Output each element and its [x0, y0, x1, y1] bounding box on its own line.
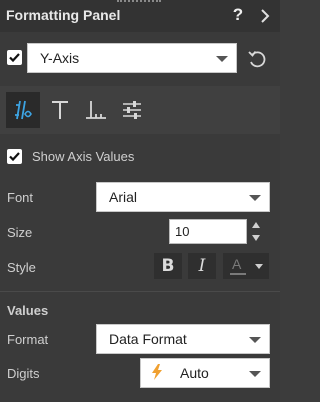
- chevron-down-icon: [255, 264, 263, 269]
- axis-dropdown[interactable]: Y-Axis: [27, 43, 237, 73]
- chevron-down-icon: [249, 337, 261, 343]
- format-dropdown[interactable]: Data Format: [96, 324, 270, 354]
- chevron-down-icon: [249, 371, 261, 377]
- color-swatch: [230, 273, 246, 275]
- section-divider: [0, 291, 280, 292]
- tab-axis-format[interactable]: [6, 92, 40, 128]
- tab-settings[interactable]: [115, 92, 149, 128]
- axis-format-icon: [15, 100, 32, 120]
- help-icon[interactable]: ?: [230, 5, 246, 25]
- panel-title: Formatting Panel: [6, 7, 121, 23]
- chevron-down-icon: [249, 195, 261, 201]
- values-section-title: Values: [7, 303, 49, 318]
- chevron-down-icon: [216, 56, 228, 62]
- size-label: Size: [7, 225, 33, 240]
- bold-button[interactable]: B: [154, 253, 182, 279]
- increment-icon[interactable]: [252, 222, 260, 228]
- axis-dropdown-value: Y-Axis: [40, 50, 80, 66]
- lightning-icon: [151, 364, 163, 380]
- digits-value: Auto: [180, 365, 209, 381]
- show-axis-values-checkbox[interactable]: [7, 149, 22, 164]
- font-label: Font: [7, 190, 34, 205]
- axis-enabled-checkbox[interactable]: [7, 50, 22, 65]
- drag-grip[interactable]: [117, 0, 161, 3]
- font-dropdown[interactable]: Arial: [96, 182, 270, 212]
- font-value: Arial: [109, 189, 138, 205]
- chevron-right-icon[interactable]: [257, 6, 273, 26]
- size-input[interactable]: 10: [169, 219, 247, 244]
- font-color-button[interactable]: A: [223, 253, 269, 279]
- size-value: 10: [175, 224, 190, 239]
- panel-header: Formatting Panel ?: [0, 0, 280, 32]
- style-label: Style: [7, 260, 36, 275]
- sliders-icon: [123, 101, 141, 119]
- digits-label: Digits: [7, 366, 40, 381]
- tab-axis-lines[interactable]: [79, 92, 113, 128]
- decrement-icon[interactable]: [252, 235, 260, 241]
- format-value: Data Format: [109, 331, 187, 347]
- text-icon: [52, 101, 68, 119]
- font-color-letter: A: [232, 256, 242, 272]
- show-axis-values-label: Show Axis Values: [32, 149, 135, 164]
- tab-text[interactable]: [43, 92, 77, 128]
- italic-button[interactable]: I: [188, 253, 216, 279]
- axis-lines-icon: [86, 101, 106, 119]
- format-label: Format: [7, 332, 49, 347]
- reset-icon[interactable]: [246, 48, 268, 70]
